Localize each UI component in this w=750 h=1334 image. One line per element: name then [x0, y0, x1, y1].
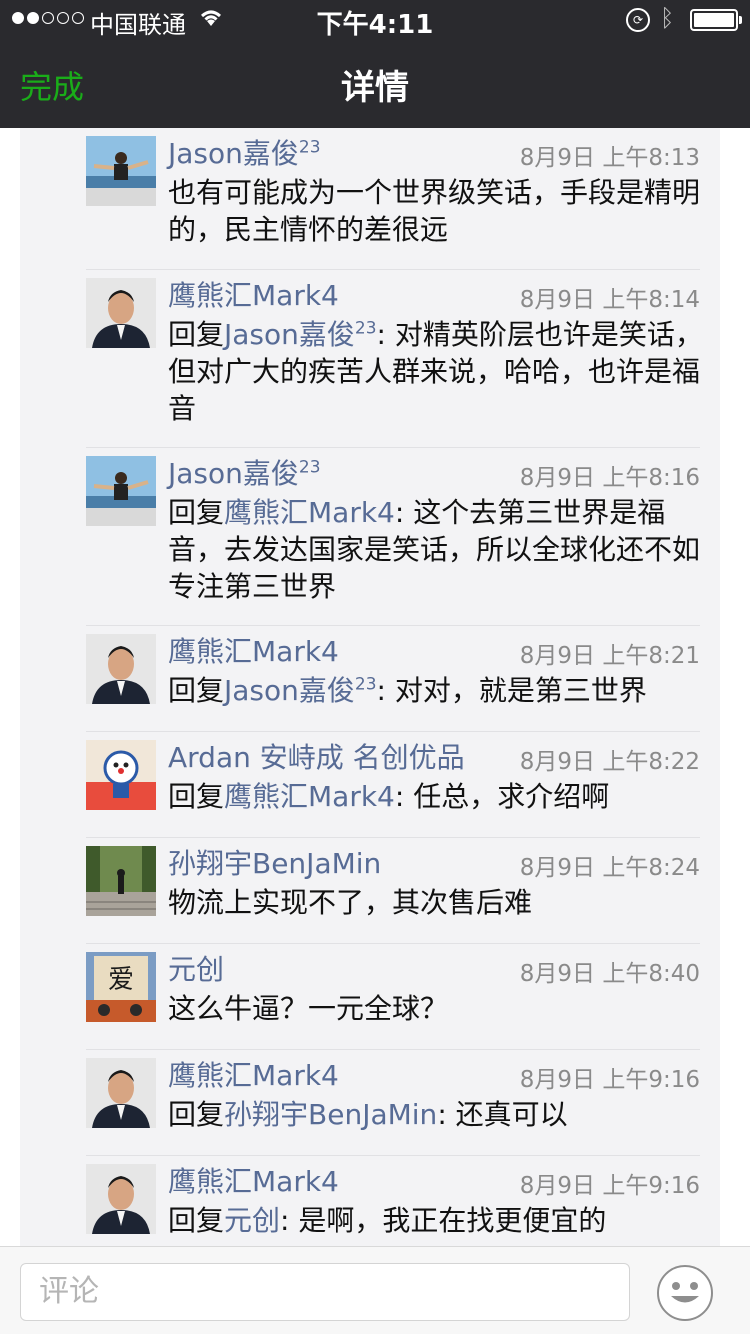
avatar[interactable]: [86, 634, 156, 704]
reply-prefix: 回复: [168, 1098, 225, 1131]
svg-text:爱: 爱: [108, 965, 134, 995]
reply-target-name: 鹰熊汇Mark4: [224, 780, 395, 813]
comment-time: 8月9日 上午8:13: [519, 145, 700, 171]
commenter-name[interactable]: 鹰熊汇Mark4: [168, 630, 339, 670]
reply-target-name: 元创: [224, 1204, 281, 1237]
reply-target-link[interactable]: 元创: [224, 1204, 280, 1237]
avatar[interactable]: [86, 456, 156, 526]
comment-item[interactable]: 鹰熊汇Mark4 8月9日 上午9:16 回复孙翔宇BenJaMin: 还真可以: [86, 1050, 700, 1156]
avatar[interactable]: [86, 740, 156, 810]
comment-input-bar: 评论: [0, 1246, 750, 1334]
commenter-name-text: 鹰熊汇Mark4: [168, 1165, 339, 1198]
comment-body: : 是啊，我正在找更便宜的: [280, 1204, 607, 1237]
comment-text: 这么牛逼？一元全球？: [168, 990, 704, 1027]
reply-target-superscript: 23: [354, 318, 377, 339]
commenter-name-text: 鹰熊汇Mark4: [168, 635, 339, 668]
reply-target-link[interactable]: 孙翔宇BenJaMin: [224, 1098, 437, 1131]
emoji-button[interactable]: [657, 1265, 713, 1321]
commenter-name-text: 鹰熊汇Mark4: [168, 279, 339, 312]
avatar[interactable]: [86, 846, 156, 916]
comment-body: : 还真可以: [437, 1098, 568, 1131]
comment-time: 8月9日 上午8:40: [519, 961, 700, 987]
commenter-name-text: Ardan 安峙成 名创优品: [168, 741, 465, 774]
comment-item[interactable]: 鹰熊汇Mark4 8月9日 上午8:21 回复Jason嘉俊23: 对对，就是第三世…: [86, 626, 700, 732]
commenter-name-text: Jason嘉俊: [168, 457, 299, 490]
status-bar: 中国联通 下午4:11 ⟳ ᛒ: [0, 0, 750, 40]
comment-time: 8月9日 上午8:16: [519, 465, 700, 491]
commenter-name-text: 元创: [168, 953, 225, 986]
comment-body: 物流上实现不了，其次售后难: [168, 886, 533, 919]
reply-prefix: 回复: [168, 780, 225, 813]
comment-text: 回复元创: 是啊，我正在找更便宜的: [168, 1202, 704, 1239]
avatar[interactable]: [86, 278, 156, 348]
comment-time: 8月9日 上午8:22: [519, 749, 700, 775]
comment-time: 8月9日 上午8:14: [519, 287, 700, 313]
comment-text: 物流上实现不了，其次售后难: [168, 884, 704, 921]
reply-target-link[interactable]: Jason嘉俊23: [224, 674, 377, 707]
comment-text: 回复Jason嘉俊23: 对对，就是第三世界: [168, 672, 704, 709]
comment-text: 回复孙翔宇BenJaMin: 还真可以: [168, 1096, 704, 1133]
comment-list[interactable]: Jason嘉俊23 8月9日 上午8:13 也有可能成为一个世界级笑话，手段是精明的…: [20, 128, 720, 1246]
comment-item[interactable]: Ardan 安峙成 名创优品 8月9日 上午8:22 回复鹰熊汇Mark4: 任总，…: [86, 732, 700, 838]
commenter-name-text: 鹰熊汇Mark4: [168, 1059, 339, 1092]
reply-prefix: 回复: [168, 318, 225, 351]
comment-text: 回复Jason嘉俊23: 对精英阶层也许是笑话，但对广大的疾苦人群来说，哈哈，也…: [168, 316, 704, 427]
reply-target-name: 孙翔宇BenJaMin: [224, 1098, 438, 1131]
name-superscript: 23: [298, 137, 321, 158]
commenter-name[interactable]: 鹰熊汇Mark4: [168, 274, 339, 314]
reply-target-name: 鹰熊汇Mark4: [224, 496, 395, 529]
commenter-name[interactable]: 鹰熊汇Mark4: [168, 1160, 339, 1200]
comment-time: 8月9日 上午8:21: [519, 643, 700, 669]
bluetooth-icon: ᛒ: [660, 4, 675, 32]
comment-item[interactable]: 孙翔宇BenJaMin 8月9日 上午8:24 物流上实现不了，其次售后难: [86, 838, 700, 944]
commenter-name[interactable]: Jason嘉俊23: [168, 132, 321, 172]
comment-text: 回复鹰熊汇Mark4: 任总，求介绍啊: [168, 778, 704, 815]
reply-target-link[interactable]: 鹰熊汇Mark4: [224, 780, 395, 813]
comment-item[interactable]: 鹰熊汇Mark4 8月9日 上午8:14 回复Jason嘉俊23: 对精英阶层也许是…: [86, 270, 703, 448]
avatar[interactable]: [86, 136, 156, 206]
reply-prefix: 回复: [168, 496, 225, 529]
commenter-name[interactable]: 元创: [168, 948, 224, 988]
battery-icon: [690, 9, 742, 31]
smiley-icon: [671, 1282, 699, 1303]
page-title: 详情: [341, 68, 409, 108]
commenter-name[interactable]: 鹰熊汇Mark4: [168, 1054, 339, 1094]
reply-target-link[interactable]: 鹰熊汇Mark4: [224, 496, 395, 529]
avatar[interactable]: [86, 1164, 156, 1234]
comment-text: 也有可能成为一个世界级笑话，手段是精明的，民主情怀的差很远: [168, 174, 704, 248]
comment-item[interactable]: 爱 元创 8月9日 上午8:40 这么牛逼？一元全球？: [86, 944, 700, 1050]
top-bar: 中国联通 下午4:11 ⟳ ᛒ 完成 详情: [0, 0, 750, 128]
commenter-name-text: 孙翔宇BenJaMin: [168, 847, 382, 880]
name-superscript: 23: [298, 457, 321, 478]
avatar[interactable]: 爱: [86, 952, 156, 1022]
comment-body: : 对对，就是第三世界: [376, 674, 647, 707]
reply-target-link[interactable]: Jason嘉俊23: [224, 318, 377, 351]
reply-target-name: Jason嘉俊: [224, 318, 355, 351]
commenter-name[interactable]: Ardan 安峙成 名创优品: [168, 736, 465, 776]
orientation-lock-icon: ⟳: [626, 8, 650, 32]
comment-item[interactable]: 鹰熊汇Mark4 8月9日 上午9:16 回复元创: 是啊，我正在找更便宜的: [86, 1156, 700, 1246]
comment-time: 8月9日 上午9:16: [519, 1067, 700, 1093]
comment-time: 8月9日 上午8:24: [519, 855, 700, 881]
commenter-name[interactable]: Jason嘉俊23: [168, 452, 321, 492]
commenter-name-text: Jason嘉俊: [168, 137, 299, 170]
reply-target-name: Jason嘉俊: [224, 674, 355, 707]
reply-prefix: 回复: [168, 674, 225, 707]
comment-item[interactable]: Jason嘉俊23 8月9日 上午8:13 也有可能成为一个世界级笑话，手段是精明的…: [86, 128, 700, 270]
comment-body: : 任总，求介绍啊: [394, 780, 610, 813]
avatar[interactable]: [86, 1058, 156, 1128]
comment-input[interactable]: 评论: [20, 1263, 630, 1321]
comment-body: 这么牛逼？一元全球？: [168, 992, 449, 1025]
comment-time: 8月9日 上午9:16: [519, 1173, 700, 1199]
comment-body: 也有可能成为一个世界级笑话，手段是精明的，民主情怀的差很远: [168, 176, 701, 246]
reply-prefix: 回复: [168, 1204, 225, 1237]
comment-item[interactable]: Jason嘉俊23 8月9日 上午8:16 回复鹰熊汇Mark4: 这个去第三世界是…: [86, 448, 700, 626]
comment-text: 回复鹰熊汇Mark4: 这个去第三世界是福音，去发达国家是笑话，所以全球化还不如…: [168, 494, 704, 605]
reply-target-superscript: 23: [354, 674, 377, 695]
commenter-name[interactable]: 孙翔宇BenJaMin: [168, 842, 381, 882]
